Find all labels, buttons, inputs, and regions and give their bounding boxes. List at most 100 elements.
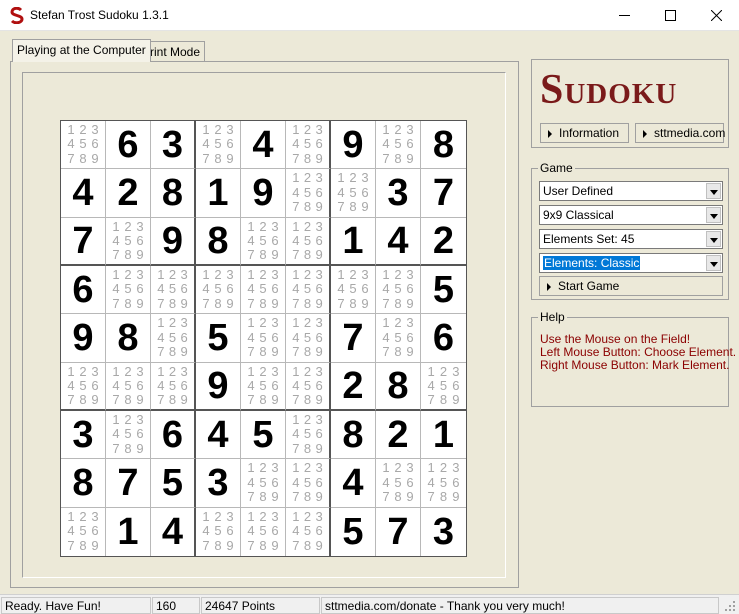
sudoku-cell[interactable]: 123456789 [286, 217, 331, 266]
sudoku-cell[interactable]: 8 [376, 362, 421, 411]
sudoku-cell[interactable]: 9 [151, 217, 196, 266]
sudoku-cell[interactable]: 9 [241, 169, 286, 218]
sudoku-cell[interactable]: 123456789 [151, 362, 196, 411]
sudoku-cell[interactable]: 3 [196, 459, 241, 508]
sudoku-cell[interactable]: 123456789 [61, 507, 106, 556]
website-button[interactable]: sttmedia.com [635, 123, 725, 143]
sudoku-cell[interactable]: 123456789 [376, 459, 421, 508]
minimize-button[interactable] [601, 0, 647, 31]
sudoku-cell[interactable]: 6 [61, 265, 106, 315]
maximize-button[interactable] [647, 0, 693, 31]
sudoku-cell[interactable]: 123456789 [421, 363, 466, 411]
sudoku-cell[interactable]: 4 [241, 121, 286, 170]
sudoku-cell[interactable]: 123456789 [151, 314, 196, 363]
sudoku-cell[interactable]: 123456789 [241, 459, 286, 508]
sudoku-cell[interactable]: 2 [376, 410, 421, 460]
sudoku-cell[interactable]: 123456789 [106, 362, 151, 411]
sudoku-cell[interactable]: 1 [331, 217, 376, 266]
resize-grip-icon[interactable] [724, 600, 736, 612]
sudoku-cell[interactable]: 7 [331, 314, 376, 363]
sudoku-cell[interactable]: 123456789 [331, 265, 376, 315]
chevron-down-icon[interactable] [706, 231, 721, 247]
help-group: Help Use the Mouse on the Field! Left Mo… [531, 310, 736, 407]
sudoku-cell[interactable]: 8 [61, 459, 106, 508]
chevron-down-icon[interactable] [706, 183, 721, 199]
sudoku-cell[interactable]: 4 [196, 410, 241, 460]
candidate-digit: 8 [349, 295, 357, 311]
sudoku-cell[interactable]: 2 [331, 362, 376, 411]
sudoku-cell[interactable]: 3 [421, 508, 466, 556]
sudoku-cell[interactable]: 123456789 [241, 217, 286, 266]
sudoku-cell[interactable]: 8 [196, 217, 241, 266]
sudoku-cell[interactable]: 123456789 [286, 507, 331, 556]
sudoku-cell[interactable]: 123456789 [196, 121, 241, 170]
sudoku-cell[interactable]: 2 [421, 218, 466, 266]
sudoku-cell[interactable]: 123456789 [196, 265, 241, 315]
sudoku-cell[interactable]: 123456789 [286, 410, 331, 460]
sudoku-cell[interactable]: 1 [106, 507, 151, 556]
sudoku-cell[interactable]: 123456789 [241, 314, 286, 363]
sudoku-cell[interactable]: 9 [331, 121, 376, 170]
chevron-down-icon[interactable] [706, 255, 721, 271]
sudoku-cell[interactable]: 2 [106, 169, 151, 218]
sudoku-cell[interactable]: 123456789 [106, 265, 151, 315]
sudoku-cell[interactable]: 123456789 [151, 265, 196, 315]
sudoku-cell[interactable]: 6 [421, 314, 466, 363]
sudoku-cell[interactable]: 4 [376, 217, 421, 266]
sudoku-cell[interactable]: 5 [241, 410, 286, 460]
information-button[interactable]: Information [540, 123, 629, 143]
sudoku-cell[interactable]: 7 [61, 217, 106, 266]
candidate-digit: 3 [91, 122, 99, 137]
sudoku-cell[interactable]: 1 [421, 411, 466, 460]
tab-playing[interactable]: Playing at the Computer [12, 39, 151, 62]
sudoku-cell[interactable]: 5 [421, 266, 466, 315]
chevron-down-icon[interactable] [706, 207, 721, 223]
sudoku-cell[interactable]: 123456789 [421, 459, 466, 508]
sudoku-cell[interactable]: 123456789 [376, 265, 421, 315]
sudoku-cell[interactable]: 8 [331, 410, 376, 460]
elements-set-select[interactable]: Elements Set: 45 [539, 229, 723, 249]
sudoku-cell[interactable]: 6 [106, 121, 151, 170]
sudoku-cell[interactable]: 123456789 [376, 314, 421, 363]
sudoku-cell[interactable]: 5 [151, 459, 196, 508]
sudoku-cell[interactable]: 123456789 [196, 507, 241, 556]
sudoku-cell[interactable]: 123456789 [376, 121, 421, 170]
sudoku-cell[interactable]: 7 [376, 507, 421, 556]
sudoku-cell[interactable]: 123456789 [286, 169, 331, 218]
game-mode-select[interactable]: User Defined [539, 181, 723, 201]
sudoku-cell[interactable]: 1 [196, 169, 241, 218]
sudoku-cell[interactable]: 7 [106, 459, 151, 508]
sudoku-cell[interactable]: 4 [151, 507, 196, 556]
sudoku-cell[interactable]: 8 [151, 169, 196, 218]
sudoku-cell[interactable]: 123456789 [241, 362, 286, 411]
sudoku-cell[interactable]: 8 [106, 314, 151, 363]
sudoku-cell[interactable]: 9 [61, 314, 106, 363]
sudoku-cell[interactable]: 123456789 [61, 362, 106, 411]
sudoku-cell[interactable]: 123456789 [286, 362, 331, 411]
close-button[interactable] [693, 0, 739, 31]
sudoku-cell[interactable]: 4 [61, 169, 106, 218]
sudoku-cell[interactable]: 7 [421, 169, 466, 218]
sudoku-cell[interactable]: 5 [331, 507, 376, 556]
sudoku-cell[interactable]: 3 [376, 169, 421, 218]
sudoku-cell[interactable]: 123456789 [241, 265, 286, 315]
sudoku-cell[interactable]: 123456789 [241, 507, 286, 556]
elements-select[interactable]: Elements: Classic [539, 253, 723, 273]
sudoku-cell[interactable]: 6 [151, 410, 196, 460]
sudoku-cell[interactable]: 123456789 [286, 265, 331, 315]
sudoku-cell[interactable]: 123456789 [106, 217, 151, 266]
sudoku-cell[interactable]: 3 [151, 121, 196, 170]
sudoku-cell[interactable]: 123456789 [106, 410, 151, 460]
sudoku-cell[interactable]: 123456789 [286, 459, 331, 508]
grid-size-select[interactable]: 9x9 Classical [539, 205, 723, 225]
sudoku-cell[interactable]: 5 [196, 314, 241, 363]
start-game-button[interactable]: Start Game [539, 276, 723, 296]
sudoku-cell[interactable]: 3 [61, 410, 106, 460]
sudoku-cell[interactable]: 123456789 [286, 121, 331, 170]
sudoku-cell[interactable]: 8 [421, 121, 466, 170]
sudoku-cell[interactable]: 123456789 [286, 314, 331, 363]
sudoku-cell[interactable]: 9 [196, 362, 241, 411]
sudoku-cell[interactable]: 4 [331, 459, 376, 508]
sudoku-cell[interactable]: 123456789 [331, 169, 376, 218]
sudoku-cell[interactable]: 123456789 [61, 121, 106, 170]
